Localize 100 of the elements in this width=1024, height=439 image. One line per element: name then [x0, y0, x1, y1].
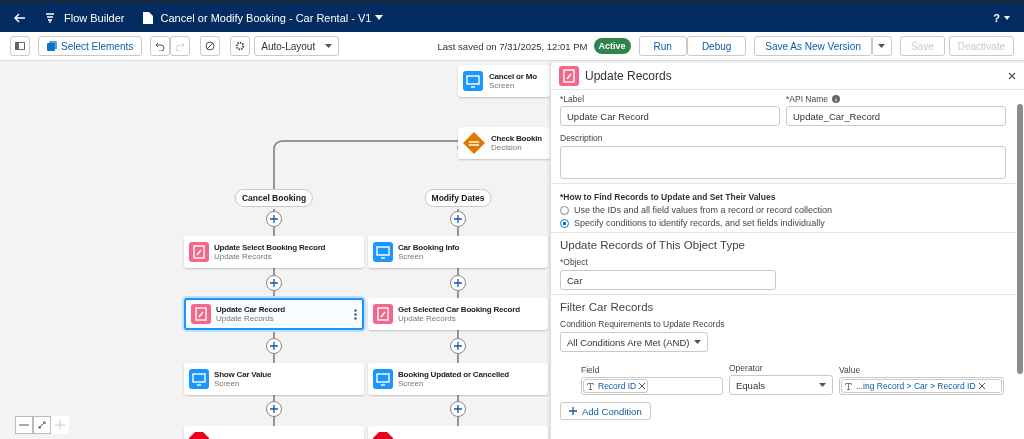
flow-node[interactable]: Car Booking Info Screen — [368, 236, 548, 268]
flow-node[interactable]: Check Bookin Decision — [458, 127, 550, 159]
add-element-button[interactable] — [266, 275, 282, 291]
node-title: Check Bookin — [491, 134, 542, 143]
document-icon — [142, 11, 153, 24]
field-label: *Label — [560, 94, 586, 104]
flow-title-menu[interactable]: Cancel or Modify Booking - Car Rental - V1 — [142, 11, 384, 24]
plus-icon — [569, 407, 577, 415]
monitor-icon — [463, 71, 483, 91]
plus-icon — [269, 404, 279, 414]
clipboard-icon — [373, 304, 393, 324]
zoom-out-button[interactable] — [15, 416, 33, 434]
plus-icon — [453, 214, 463, 224]
node-type: Screen — [214, 379, 241, 388]
monitor-icon — [373, 242, 393, 262]
caret-icon — [694, 340, 701, 344]
remove-icon[interactable] — [978, 383, 985, 389]
flow-node[interactable]: Show Car Value Screen — [184, 363, 364, 395]
monitor-icon — [189, 369, 209, 389]
field-input[interactable]: Record ID — [581, 377, 723, 395]
section-title: Filter Car Records — [560, 301, 655, 313]
clipboard-icon — [191, 304, 211, 324]
undo-icon[interactable] — [150, 36, 171, 56]
flow-node[interactable]: Booking Updated or Cancelled Screen — [368, 363, 548, 395]
add-element-button[interactable] — [450, 401, 466, 417]
close-icon[interactable] — [1008, 72, 1016, 80]
caret-icon — [375, 15, 384, 20]
plus-icon — [269, 341, 279, 351]
node-title: Update Car Record — [216, 305, 287, 314]
plus-icon — [269, 214, 279, 224]
add-condition-button[interactable]: Add Condition — [560, 402, 651, 420]
field-label: Description — [560, 133, 604, 143]
add-element-button[interactable] — [450, 275, 466, 291]
caret-icon — [1004, 15, 1010, 20]
select-elements-icon — [47, 41, 57, 51]
diagonal-arrows-icon — [38, 421, 46, 429]
panel-toggle-icon[interactable] — [10, 36, 30, 56]
flow-node[interactable]: Cancel or Mo Screen — [458, 65, 550, 97]
debug-button[interactable]: Debug — [686, 36, 747, 56]
info-icon[interactable] — [832, 95, 841, 103]
select-elements-button[interactable]: Select Elements — [38, 36, 143, 56]
layout-dropdown[interactable]: Auto-Layout — [254, 36, 340, 56]
add-element-button[interactable] — [266, 211, 282, 227]
node-type: Update Records — [398, 314, 457, 323]
text-type-icon — [586, 381, 595, 391]
node-title: Show Car Value — [214, 370, 273, 379]
flow-node[interactable]: Update Select Booking Record Update Records — [184, 236, 364, 268]
save-as-new-version-button[interactable]: Save As New Version — [754, 36, 872, 56]
plus-icon — [269, 278, 279, 288]
node-title: Car Booking Info — [398, 243, 461, 252]
add-element-button[interactable] — [266, 338, 282, 354]
input-field[interactable]: Update Car Record — [560, 106, 780, 126]
branch-label: Cancel Booking — [234, 189, 314, 207]
node-title: Get Selected Car Booking Record — [398, 305, 521, 314]
section-title: Update Records of This Object Type — [560, 239, 746, 251]
run-button[interactable]: Run — [638, 36, 687, 56]
value-input[interactable]: ...ing Record > Car > Record ID — [839, 377, 1004, 395]
node-type: Update Records — [214, 252, 273, 261]
remove-icon[interactable] — [639, 383, 646, 389]
disable-icon[interactable] — [200, 36, 221, 56]
node-type: Screen — [398, 379, 425, 388]
flow-node[interactable]: Get Selected Car Booking Record Update Records — [368, 298, 548, 330]
clipboard-icon — [559, 66, 579, 86]
branch-label: Modify Dates — [424, 189, 492, 207]
flow-icon — [44, 11, 56, 24]
plus-icon — [453, 404, 463, 414]
node-title: Update Select Booking Record — [214, 243, 327, 252]
field-label: *API Name — [786, 94, 829, 104]
field-label: *Object — [560, 257, 589, 267]
radio-option[interactable]: Specify conditions to identify records, and set fields individually — [560, 218, 1006, 228]
field-label: Operator — [729, 363, 764, 373]
field-label: Condition Requirements to Update Records — [560, 319, 726, 329]
flow-node[interactable]: Update Car Record Update Records — [184, 298, 364, 330]
add-element-button[interactable] — [450, 211, 466, 227]
radio-option[interactable]: Use the IDs and all field values from a record or record collection — [560, 205, 1006, 215]
add-element-button[interactable] — [266, 401, 282, 417]
caret-icon — [325, 44, 333, 48]
field-label: Value — [839, 365, 862, 375]
condition-dropdown[interactable]: All Conditions Are Met (AND) — [560, 332, 708, 352]
input-field[interactable]: Car — [560, 270, 776, 290]
operator-dropdown[interactable]: Equals — [729, 375, 833, 395]
node-type: Screen — [489, 81, 516, 90]
last-saved-text: Last saved on 7/31/2025, 12:01 PM — [437, 40, 588, 52]
add-element-button[interactable] — [450, 338, 466, 354]
monitor-icon — [373, 369, 393, 389]
scrollbar[interactable] — [1016, 90, 1024, 439]
more-options-icon[interactable] — [354, 308, 357, 320]
settings-icon[interactable] — [230, 36, 251, 56]
clipboard-icon — [189, 242, 209, 262]
back-arrow-icon[interactable] — [14, 11, 26, 24]
status-badge: Active — [593, 38, 631, 54]
text-type-icon — [844, 381, 853, 391]
input-field[interactable]: Update_Car_Record — [786, 106, 1006, 126]
plus-icon — [453, 341, 463, 351]
caret-icon[interactable] — [871, 36, 892, 56]
fit-view-button[interactable] — [33, 416, 51, 434]
panel-title: Update Records — [585, 69, 673, 83]
help-menu[interactable]: ? — [993, 11, 1010, 24]
minus-icon — [19, 424, 29, 426]
plus-icon — [55, 420, 65, 430]
